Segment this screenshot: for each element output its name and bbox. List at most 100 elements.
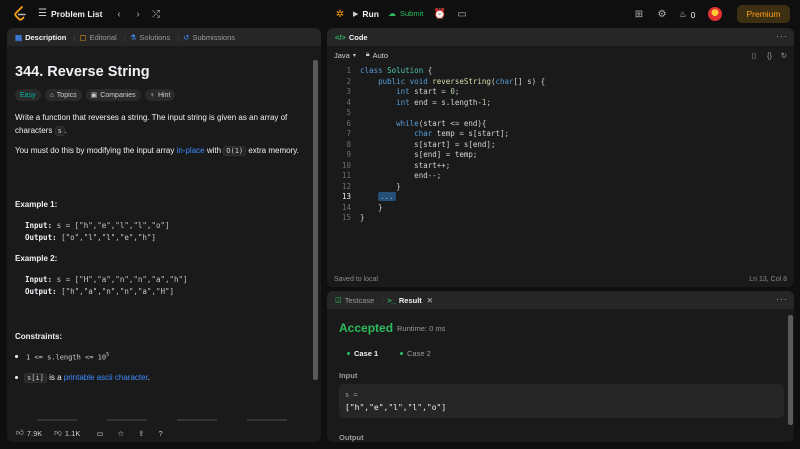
topics-chip[interactable]: ⌂ Topics — [44, 89, 82, 101]
language-select[interactable]: Java ▾ — [334, 51, 356, 60]
code-line[interactable]: while(start <= end){ — [360, 119, 486, 130]
printable-ascii-link[interactable]: printable ascii character — [64, 373, 148, 382]
line-number: 15 — [341, 213, 351, 222]
code-line[interactable]: ... — [360, 192, 396, 203]
p2-text-mid: with — [204, 146, 224, 155]
top-bar: ☰ Problem List ‹ › ⤮ ✲ ▶ Run ☁ Submit ⏰ … — [0, 0, 800, 28]
example-2-block: Input: s = ["H","a","n","n","a","h"] Out… — [25, 274, 188, 298]
braces-icon[interactable]: {} — [767, 51, 772, 60]
help-icon[interactable]: ? — [158, 429, 162, 438]
run-button[interactable]: ▶ Run — [353, 9, 379, 19]
description-scrollbar-thumb[interactable] — [313, 60, 318, 380]
checkbox-icon: ☑ — [335, 295, 342, 305]
companies-chip[interactable]: ▣ Companies — [85, 89, 141, 101]
star-icon[interactable]: ☆ — [117, 429, 124, 438]
result-tabbar: ☑ Testcase | >_ Result ✕ ··· — [327, 291, 794, 309]
close-icon[interactable]: ✕ — [427, 296, 433, 305]
share-icon[interactable]: ⇪ — [138, 429, 144, 438]
p1-inline-code: s — [54, 126, 65, 136]
code-more-icon[interactable]: ··· — [776, 31, 788, 41]
run-label: Run — [362, 9, 379, 19]
notes-icon[interactable]: ▭ — [455, 7, 469, 21]
result-panel: ☑ Testcase | >_ Result ✕ ··· Accepted Ru… — [327, 291, 794, 442]
problem-chips: Easy ⌂ Topics ▣ Companies ♀ Hint — [15, 89, 176, 101]
example-1-input-label: Input: — [25, 221, 53, 230]
avatar[interactable] — [708, 7, 722, 21]
constraint-2-code: s[i] — [24, 373, 47, 383]
tab-code[interactable]: </> Code — [335, 33, 368, 42]
line-number: 7 — [346, 129, 351, 138]
shuffle-icon[interactable]: ⤮ — [149, 7, 163, 21]
tab-result[interactable]: >_ Result ✕ — [387, 296, 433, 305]
flame-icon: ♨ — [679, 9, 687, 19]
streak-counter[interactable]: ♨ 0 — [679, 9, 695, 20]
submit-button[interactable]: ☁ Submit — [388, 9, 423, 18]
result-scrollbar[interactable] — [788, 311, 793, 439]
result-more-icon[interactable]: ··· — [776, 294, 788, 304]
example-2-input: s = ["H","a","n","n","a","h"] — [56, 275, 188, 284]
code-line[interactable]: public void reverseString(char[] s) { — [360, 77, 545, 88]
dislike-button[interactable]: 👎︎ 1.1K — [54, 428, 80, 438]
output-label: Output — [339, 433, 364, 442]
auto-mode-toggle[interactable]: 🔒︎ Auto — [366, 51, 388, 60]
problem-title[interactable]: 344. Reverse String — [15, 64, 150, 80]
line-number: 11 — [341, 171, 351, 180]
code-line[interactable]: int end = s.length-1; — [360, 98, 491, 109]
alarm-clock-icon[interactable]: ⏰ — [433, 7, 447, 21]
example-2-output: ["h","a","n","n","a","H"] — [61, 287, 175, 296]
companies-chip-label: Companies — [100, 91, 136, 99]
problem-list-button[interactable]: ☰ Problem List — [38, 8, 102, 19]
description-scrollbar[interactable] — [313, 48, 318, 424]
chevron-right-icon[interactable]: › — [131, 7, 145, 21]
line-number: 4 — [346, 97, 351, 107]
like-count: 7.9K — [26, 428, 43, 438]
bookmark-icon[interactable]: ▯ — [752, 51, 756, 60]
saved-status: Saved to local — [334, 275, 378, 283]
chevron-left-icon[interactable]: ‹ — [112, 7, 126, 21]
code-brackets-icon: </> — [335, 32, 346, 42]
case-1-tab[interactable]: Case 1 — [347, 349, 378, 358]
hint-chip[interactable]: ♀ Hint — [144, 89, 176, 101]
debug-icon[interactable]: ✲ — [333, 7, 347, 21]
comment-icon[interactable]: ▭ — [96, 429, 103, 438]
case-2-tab[interactable]: Case 2 — [400, 349, 431, 358]
p2-text: You must do this by modifying the input … — [15, 146, 177, 155]
description-paragraph-1: Write a function that reverses a string.… — [15, 111, 305, 138]
layout-grid-icon[interactable]: ⊞ — [632, 7, 646, 21]
code-line[interactable]: } — [360, 182, 401, 193]
input-box: s = ["h","e","l","l","o"] — [339, 384, 784, 418]
code-line[interactable]: } — [360, 213, 365, 224]
code-line[interactable]: } — [360, 203, 383, 214]
gear-icon[interactable]: ⚙ — [655, 7, 669, 21]
code-line[interactable]: class Solution { — [360, 66, 432, 77]
reset-icon[interactable]: ↻ — [781, 51, 787, 60]
code-line[interactable]: start++; — [360, 161, 450, 172]
code-status-bar: Saved to local Ln 13, Col 8 — [327, 271, 794, 287]
p1-text-end: . — [64, 126, 68, 135]
constraint-2-text: is a — [46, 373, 64, 382]
example-2-heading: Example 2: — [15, 254, 58, 263]
description-content: 344. Reverse String Easy ⌂ Topics ▣ Comp… — [15, 28, 307, 423]
result-scrollbar-thumb[interactable] — [788, 315, 793, 425]
lightbulb-icon: ♀ — [149, 91, 155, 99]
tab-code-label: Code — [348, 32, 368, 42]
streak-count: 0 — [690, 9, 696, 20]
like-button[interactable]: 👍︎ 7.9K — [16, 428, 42, 438]
constraint-1-code: 1 <= s.length <= 105 — [26, 352, 110, 362]
leetcode-logo-icon[interactable] — [13, 6, 27, 22]
code-line[interactable]: s[end] = temp; — [360, 150, 477, 161]
runtime-text: Runtime: 0 ms — [397, 324, 446, 333]
constraint-2: s[i] is a printable ascii character. — [15, 373, 150, 383]
accepted-status: Accepted — [339, 321, 394, 335]
code-line[interactable]: char temp = s[start]; — [360, 129, 509, 140]
premium-button[interactable]: Premium — [737, 5, 790, 23]
case-1-label: Case 1 — [354, 349, 379, 358]
code-line[interactable]: int start = 0; — [360, 87, 459, 98]
in-place-link[interactable]: in-place — [177, 146, 205, 155]
difficulty-badge: Easy — [15, 89, 41, 101]
code-line[interactable]: end--; — [360, 171, 441, 182]
code-line[interactable]: s[start] = s[end]; — [360, 140, 495, 151]
tag-icon: ⌂ — [49, 91, 54, 99]
tab-testcase[interactable]: ☑ Testcase | — [335, 296, 383, 305]
example-1-input: s = ["h","e","l","l","o"] — [56, 221, 170, 230]
